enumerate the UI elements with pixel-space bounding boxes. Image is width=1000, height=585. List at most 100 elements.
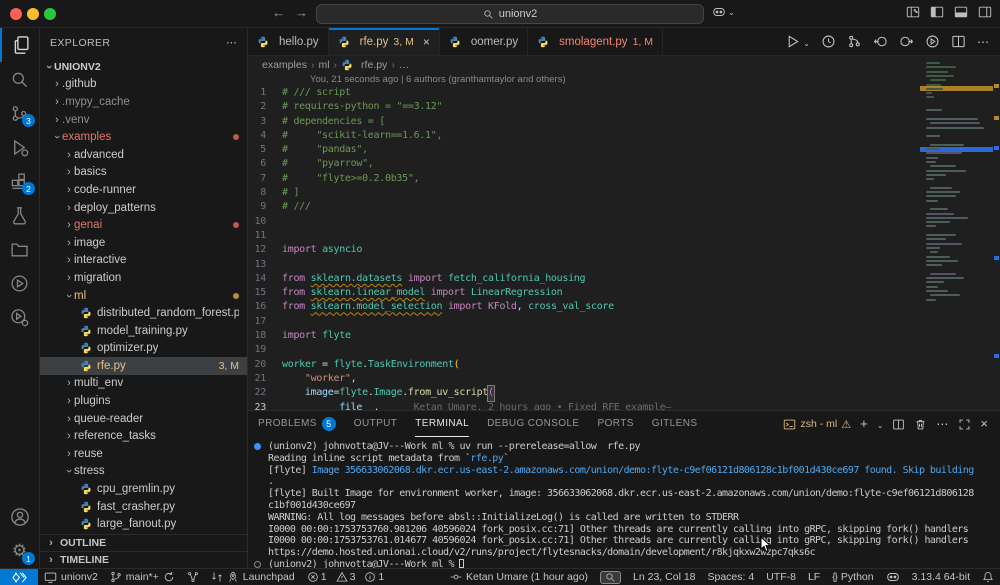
- breadcrumb-item-ml[interactable]: ml: [318, 59, 329, 71]
- tree-root[interactable]: ›UNIONV2: [40, 58, 247, 76]
- tree-item-examples[interactable]: ›examples: [40, 128, 247, 146]
- status-item-problems[interactable]: 131: [301, 569, 396, 585]
- tree-item-interactive[interactable]: ›interactive: [40, 252, 247, 270]
- tree-item-.mypy_cache[interactable]: ›.mypy_cache: [40, 93, 247, 111]
- split-editor-icon[interactable]: [951, 34, 966, 49]
- tree-item-code-runner[interactable]: ›code-runner: [40, 181, 247, 199]
- run-below-icon[interactable]: [925, 34, 940, 49]
- status-item-blame-info[interactable]: Ketan Umare (1 hour ago): [444, 569, 594, 585]
- tree-item-stress[interactable]: ›stress: [40, 463, 247, 481]
- breadcrumb[interactable]: examples›ml›rfe.py›…: [248, 56, 1000, 73]
- close-tab-icon[interactable]: ×: [423, 35, 430, 49]
- tree-item-basics[interactable]: ›basics: [40, 164, 247, 182]
- status-item-gitlens-graph[interactable]: [181, 569, 205, 585]
- tree-item-cpu_gremlin.py[interactable]: cpu_gremlin.py: [40, 480, 247, 498]
- code-editor[interactable]: 1# /// script2# requires-python = "==3.1…: [248, 86, 920, 410]
- tree-item-reuse[interactable]: ›reuse: [40, 445, 247, 463]
- close-icon[interactable]: ×: [980, 415, 988, 433]
- tree-item-image[interactable]: ›image: [40, 234, 247, 252]
- history-icon[interactable]: [821, 34, 836, 49]
- status-item-cursor-position[interactable]: Ln 23, Col 18: [627, 569, 701, 585]
- activity-bar-item-explorer[interactable]: [0, 28, 39, 62]
- command-decoration-filled[interactable]: [254, 443, 261, 450]
- sidebar-section-outline[interactable]: ›OUTLINE: [40, 534, 247, 551]
- minimize-window-button[interactable]: [27, 8, 39, 20]
- activity-bar-item-account[interactable]: [0, 500, 39, 534]
- trash-icon[interactable]: [914, 418, 927, 431]
- editor-tab-oomer.py[interactable]: oomer.py: [440, 28, 528, 55]
- tree-item-optimizer.py[interactable]: optimizer.py: [40, 340, 247, 358]
- chevron-down-icon[interactable]: ⌄: [877, 415, 884, 433]
- panel-tab-ports[interactable]: PORTS: [598, 411, 634, 437]
- status-item-encoding[interactable]: UTF-8: [760, 569, 802, 585]
- status-item-zoom-indicator[interactable]: [594, 569, 627, 585]
- tree-item-large_fanout.py[interactable]: large_fanout.py: [40, 515, 247, 533]
- status-item-python-version[interactable]: 3.13.4 64-bit: [906, 569, 976, 585]
- maximize-icon[interactable]: [958, 418, 971, 431]
- sidebar-section-timeline[interactable]: ›TIMELINE: [40, 551, 247, 568]
- activity-bar-item-run-debug[interactable]: [0, 130, 39, 164]
- status-item-eol[interactable]: LF: [802, 569, 826, 585]
- panel-tab-output[interactable]: OUTPUT: [354, 411, 398, 437]
- activity-bar-item-extensions[interactable]: 2: [0, 164, 39, 198]
- status-item-workspace[interactable]: unionv2: [38, 569, 104, 585]
- status-item-indentation[interactable]: Spaces: 4: [702, 569, 761, 585]
- tree-item-migration[interactable]: ›migration: [40, 269, 247, 287]
- editor-tab-smolagent.py[interactable]: smolagent.py1, M: [528, 28, 663, 55]
- tree-item-rfe.py[interactable]: rfe.py3, M: [40, 357, 247, 375]
- panel-tab-debug-console[interactable]: DEBUG CONSOLE: [487, 411, 579, 437]
- run-icon[interactable]: [785, 34, 800, 49]
- tree-item-genai[interactable]: ›genai: [40, 216, 247, 234]
- sidebar-right-icon[interactable]: [978, 5, 992, 19]
- tree-item-deploy_patterns[interactable]: ›deploy_patterns: [40, 199, 247, 217]
- tree-item-fast_crasher.py[interactable]: fast_crasher.py: [40, 498, 247, 516]
- tree-item-reference_tasks[interactable]: ›reference_tasks: [40, 427, 247, 445]
- tree-item-.github[interactable]: ›.github: [40, 76, 247, 94]
- gitlens-authors-lens[interactable]: You, 21 seconds ago | 6 authors (grantha…: [310, 74, 566, 85]
- activity-bar-item-folder-library[interactable]: [0, 232, 39, 266]
- terminal-link[interactable]: Image 356633062068.dkr.ecr.us-east-2.ama…: [312, 465, 974, 476]
- editor-tab-hello.py[interactable]: hello.py: [248, 28, 329, 55]
- status-item-git-branch[interactable]: main*+: [104, 569, 181, 585]
- breadcrumb-item-…[interactable]: …: [399, 59, 410, 71]
- tree-item-plugins[interactable]: ›plugins: [40, 392, 247, 410]
- panel-tab-problems[interactable]: PROBLEMS5: [258, 411, 336, 437]
- copilot-menu-button[interactable]: ⌄: [712, 5, 735, 19]
- prev-change-icon[interactable]: [873, 34, 888, 49]
- status-item-copilot-status[interactable]: [880, 569, 906, 585]
- plus-icon[interactable]: +: [860, 415, 868, 433]
- activity-bar-item-testing[interactable]: [0, 198, 39, 232]
- run-dropdown-icon[interactable]: ⌄: [803, 33, 810, 51]
- status-item-notifications[interactable]: [976, 569, 1000, 585]
- activity-bar-item-run-gear[interactable]: [0, 300, 39, 334]
- overview-ruler[interactable]: [993, 58, 1000, 410]
- history-back-icon[interactable]: ←: [272, 5, 285, 20]
- tree-item-advanced[interactable]: ›advanced: [40, 146, 247, 164]
- activity-bar-item-run-circle[interactable]: [0, 266, 39, 300]
- activity-bar-item-search[interactable]: [0, 62, 39, 96]
- next-change-icon[interactable]: [899, 34, 914, 49]
- breadcrumb-item-rfe.py[interactable]: rfe.py: [341, 59, 387, 71]
- status-item-launchpad[interactable]: Launchpad: [205, 569, 301, 585]
- editor-tab-rfe.py[interactable]: rfe.py3, M×: [329, 28, 440, 55]
- panel-tab-terminal[interactable]: TERMINAL: [415, 411, 469, 437]
- tree-item-.venv[interactable]: ›.venv: [40, 111, 247, 129]
- terminal-instance-label[interactable]: zsh - ml⚠: [783, 418, 851, 431]
- command-decoration-hollow[interactable]: [254, 561, 261, 568]
- panel-bottom-icon[interactable]: [954, 5, 968, 19]
- panel-tab-gitlens[interactable]: GITLENS: [652, 411, 698, 437]
- explorer-more-actions-icon[interactable]: ⋯: [226, 37, 237, 49]
- history-forward-icon[interactable]: →: [295, 5, 308, 20]
- more-icon[interactable]: ⋯: [936, 415, 949, 433]
- breadcrumb-item-examples[interactable]: examples: [262, 59, 307, 71]
- status-item-language-mode[interactable]: {}Python: [826, 569, 879, 585]
- tree-item-model_training.py[interactable]: model_training.py: [40, 322, 247, 340]
- tree-item-distributed_random_forest.py[interactable]: distributed_random_forest.py: [40, 304, 247, 322]
- git-graph-icon[interactable]: [847, 34, 862, 49]
- tree-item-queue-reader[interactable]: ›queue-reader: [40, 410, 247, 428]
- terminal-output[interactable]: (unionv2) johnvotta@JV---Work ml % uv ru…: [252, 441, 996, 567]
- zoom-window-button[interactable]: [44, 8, 56, 20]
- activity-bar-item-settings[interactable]: ⚙1: [0, 534, 39, 568]
- tree-item-multi_env[interactable]: ›multi_env: [40, 375, 247, 393]
- sidebar-left-icon[interactable]: [930, 5, 944, 19]
